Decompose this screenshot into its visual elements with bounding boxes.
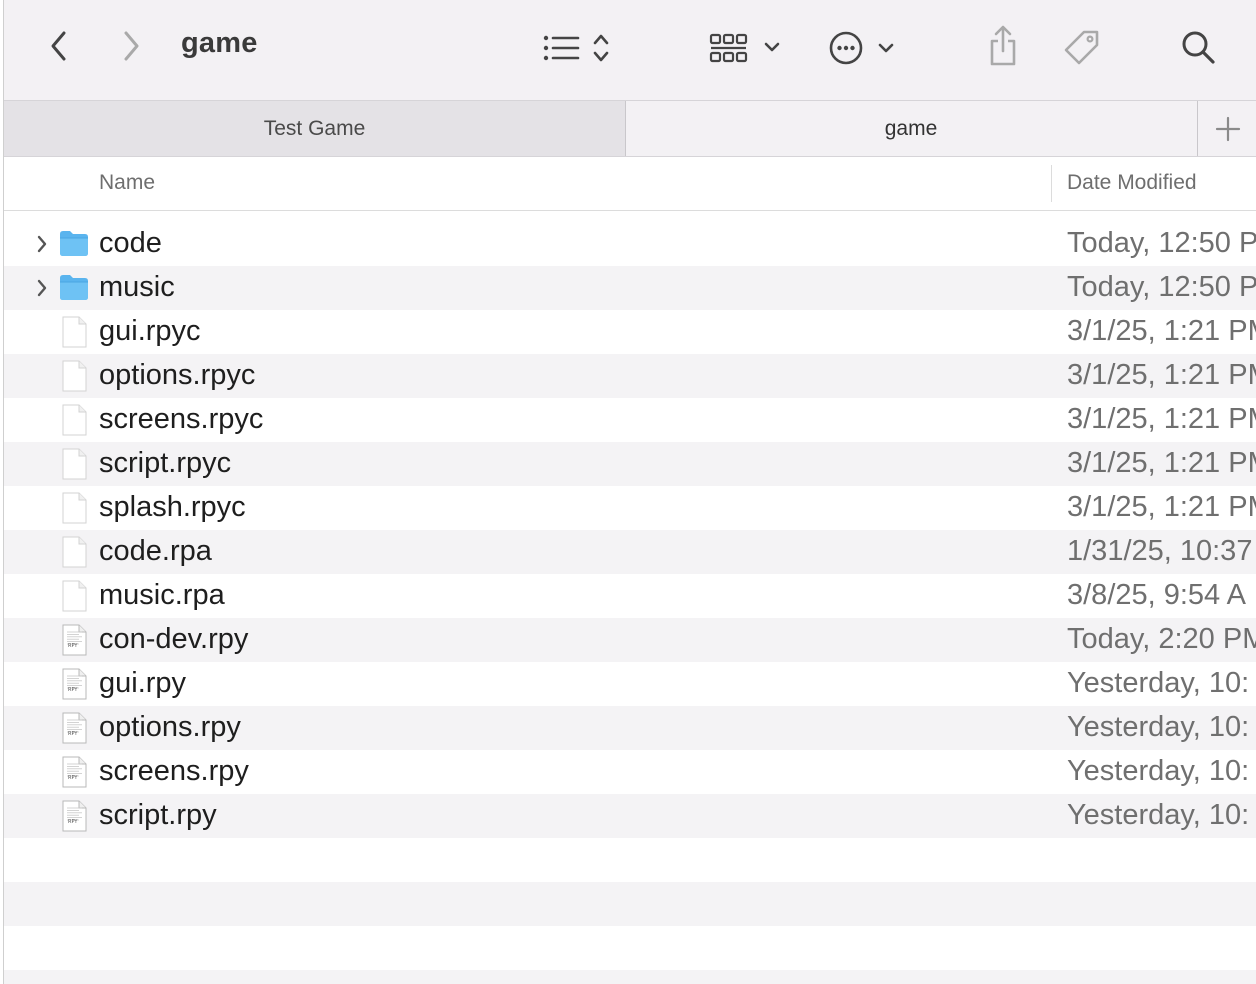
rpy-badge-label: RPY <box>68 819 78 825</box>
plus-icon <box>1215 116 1241 141</box>
share-button[interactable] <box>984 22 1022 70</box>
empty-row <box>4 926 1256 970</box>
empty-row <box>4 882 1256 926</box>
file-row[interactable]: options.rpyc 3/1/25, 1:21 PM <box>4 354 1256 398</box>
file-name: screens.rpy <box>99 755 249 787</box>
back-icon <box>51 31 66 61</box>
blank-document-icon <box>58 580 90 612</box>
file-name: screens.rpyc <box>99 403 264 435</box>
rpy-badge-label: RPY <box>68 775 78 781</box>
folder-row[interactable]: music Today, 12:50 PM <box>4 266 1256 310</box>
tab-game[interactable]: game <box>626 101 1196 156</box>
file-row[interactable]: RPY screens.rpy Yesterday, 10: <box>4 750 1256 794</box>
file-row[interactable]: gui.rpyc 3/1/25, 1:21 PM <box>4 310 1256 354</box>
file-row[interactable]: music.rpa 3/8/25, 9:54 A <box>4 574 1256 618</box>
file-name: script.rpy <box>99 799 217 831</box>
file-date-modified: Yesterday, 10: <box>1067 711 1250 743</box>
share-icon <box>990 25 1016 66</box>
file-row[interactable]: RPY options.rpy Yesterday, 10: <box>4 706 1256 750</box>
window-title: game <box>181 27 258 59</box>
file-date-modified: Yesterday, 10: <box>1067 755 1250 787</box>
group-icon <box>709 33 780 63</box>
file-date-modified: Today, 2:20 PM <box>1067 623 1256 655</box>
forward-button[interactable] <box>114 26 148 66</box>
file-date-modified: 3/1/25, 1:21 PM <box>1067 491 1256 523</box>
list-view-icon <box>543 34 609 62</box>
column-header: Name Date Modified <box>4 157 1256 211</box>
search-button[interactable] <box>1178 26 1218 68</box>
file-name: gui.rpy <box>99 667 187 699</box>
rpy-badge-label: RPY <box>68 687 78 693</box>
file-date-modified: Today, 12:50 PM <box>1067 271 1256 303</box>
file-row[interactable]: screens.rpyc 3/1/25, 1:21 PM <box>4 398 1256 442</box>
tab-test-game[interactable]: Test Game <box>4 101 626 156</box>
file-date-modified: Today, 12:50 PM <box>1067 227 1256 259</box>
file-date-modified: 1/31/25, 10:37 <box>1067 535 1253 567</box>
rpy-badge-label: RPY <box>68 643 78 649</box>
finder-window: game Test Game game Name Date Modified c… <box>3 0 1256 984</box>
view-options-button[interactable] <box>540 28 616 68</box>
tab-bar: Test Game game <box>4 101 1256 157</box>
file-date-modified: 3/1/25, 1:21 PM <box>1067 359 1256 391</box>
file-row[interactable]: RPY gui.rpy Yesterday, 10: <box>4 662 1256 706</box>
column-date-modified-header[interactable]: Date Modified <box>1067 171 1197 195</box>
file-date-modified: 3/1/25, 1:21 PM <box>1067 403 1256 435</box>
file-row[interactable]: splash.rpyc 3/1/25, 1:21 PM <box>4 486 1256 530</box>
file-row[interactable]: RPY script.rpy Yesterday, 10: <box>4 794 1256 838</box>
empty-row <box>4 838 1256 882</box>
back-button[interactable] <box>42 26 76 66</box>
file-date-modified: 3/8/25, 9:54 A <box>1067 579 1246 611</box>
file-name: music <box>99 271 175 303</box>
rpy-badge-label: RPY <box>68 731 78 737</box>
new-tab-button[interactable] <box>1197 101 1256 156</box>
empty-row <box>4 970 1256 984</box>
file-name: options.rpy <box>99 711 241 743</box>
file-name: music.rpa <box>99 579 225 611</box>
more-actions-icon <box>829 31 894 65</box>
toolbar: game <box>4 0 1256 101</box>
blank-document-icon <box>58 536 90 568</box>
file-date-modified: 3/1/25, 1:21 PM <box>1067 315 1256 347</box>
folder-icon <box>58 228 90 260</box>
forward-icon <box>124 31 139 61</box>
file-row[interactable]: script.rpyc 3/1/25, 1:21 PM <box>4 442 1256 486</box>
group-button[interactable] <box>708 28 788 68</box>
file-name: script.rpyc <box>99 447 232 479</box>
blank-document-icon <box>58 404 90 436</box>
file-name: options.rpyc <box>99 359 256 391</box>
tag-icon <box>1064 30 1099 65</box>
file-name: code <box>99 227 162 259</box>
blank-document-icon <box>58 316 90 348</box>
blank-document-icon <box>58 492 90 524</box>
file-list: code Today, 12:50 PM music Today, 12:50 PM g… <box>4 222 1256 984</box>
search-icon <box>1182 31 1215 64</box>
column-name-header[interactable]: Name <box>99 171 155 195</box>
file-row[interactable]: RPY con-dev.rpy Today, 2:20 PM <box>4 618 1256 662</box>
folder-row[interactable]: code Today, 12:50 PM <box>4 222 1256 266</box>
column-divider[interactable] <box>1051 165 1052 202</box>
tag-button[interactable] <box>1060 26 1104 70</box>
file-name: splash.rpyc <box>99 491 246 523</box>
disclosure-chevron-icon[interactable] <box>34 277 50 299</box>
rpy-document-icon: RPY <box>58 712 90 744</box>
file-date-modified: 3/1/25, 1:21 PM <box>1067 447 1256 479</box>
rpy-document-icon: RPY <box>58 756 90 788</box>
rpy-document-icon: RPY <box>58 624 90 656</box>
file-name: con-dev.rpy <box>99 623 249 655</box>
rpy-document-icon: RPY <box>58 668 90 700</box>
blank-document-icon <box>58 448 90 480</box>
more-actions-button[interactable] <box>826 26 904 70</box>
file-date-modified: Yesterday, 10: <box>1067 799 1250 831</box>
rpy-document-icon: RPY <box>58 800 90 832</box>
file-row[interactable]: code.rpa 1/31/25, 10:37 <box>4 530 1256 574</box>
blank-document-icon <box>58 360 90 392</box>
disclosure-chevron-icon[interactable] <box>34 233 50 255</box>
file-name: code.rpa <box>99 535 212 567</box>
folder-icon <box>58 272 90 304</box>
file-name: gui.rpyc <box>99 315 201 347</box>
file-date-modified: Yesterday, 10: <box>1067 667 1250 699</box>
